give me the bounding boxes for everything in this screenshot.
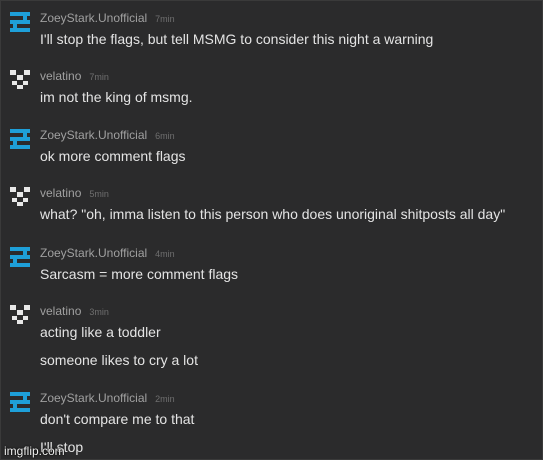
comment-meta: ZoeyStark.Unofficial 6min — [40, 128, 175, 143]
comment-text: someone likes to cry a lot — [40, 352, 198, 368]
username-link[interactable]: ZoeyStark.Unofficial — [40, 391, 147, 405]
cyan-glyph-icon[interactable] — [9, 128, 31, 150]
comment-text: don't compare me to that — [40, 411, 195, 427]
comment-thread: ZoeyStark.Unofficial 7min I'll stop the f… — [0, 0, 543, 460]
pixel-face-icon[interactable] — [9, 69, 31, 91]
pixel-face-icon[interactable] — [9, 304, 31, 326]
comment-meta: ZoeyStark.Unofficial 7min — [40, 11, 175, 26]
timestamp: 6min — [155, 131, 175, 141]
username-link[interactable]: ZoeyStark.Unofficial — [40, 11, 147, 25]
timestamp: 4min — [155, 249, 175, 259]
timestamp: 7min — [89, 72, 109, 82]
comment-meta: velatino 7min — [40, 69, 109, 84]
username-link[interactable]: velatino — [40, 69, 81, 83]
comment-text: what? "oh, imma listen to this person wh… — [40, 206, 506, 222]
username-link[interactable]: velatino — [40, 186, 81, 200]
comment-meta: ZoeyStark.Unofficial 4min — [40, 246, 175, 261]
username-link[interactable]: velatino — [40, 304, 81, 318]
timestamp: 5min — [89, 189, 109, 199]
username-link[interactable]: ZoeyStark.Unofficial — [40, 128, 147, 142]
timestamp: 3min — [89, 307, 109, 317]
comment-text: ok more comment flags — [40, 148, 186, 164]
pixel-face-icon[interactable] — [9, 186, 31, 208]
comment-meta: ZoeyStark.Unofficial 2min — [40, 391, 175, 406]
comment-text: acting like a toddler — [40, 324, 161, 340]
comment-text: I'll stop the flags, but tell MSMG to co… — [40, 31, 434, 47]
username-link[interactable]: ZoeyStark.Unofficial — [40, 246, 147, 260]
comment-text: Sarcasm = more comment flags — [40, 266, 239, 282]
comment-meta: velatino 3min — [40, 304, 109, 319]
timestamp: 7min — [155, 14, 175, 24]
cyan-glyph-icon[interactable] — [9, 11, 31, 33]
cyan-glyph-icon[interactable] — [9, 391, 31, 413]
cyan-glyph-icon[interactable] — [9, 246, 31, 268]
comment-text: im not the king of msmg. — [40, 89, 193, 105]
imgflip-watermark: imgflip.com — [4, 444, 65, 458]
timestamp: 2min — [155, 394, 175, 404]
comment-meta: velatino 5min — [40, 186, 109, 201]
